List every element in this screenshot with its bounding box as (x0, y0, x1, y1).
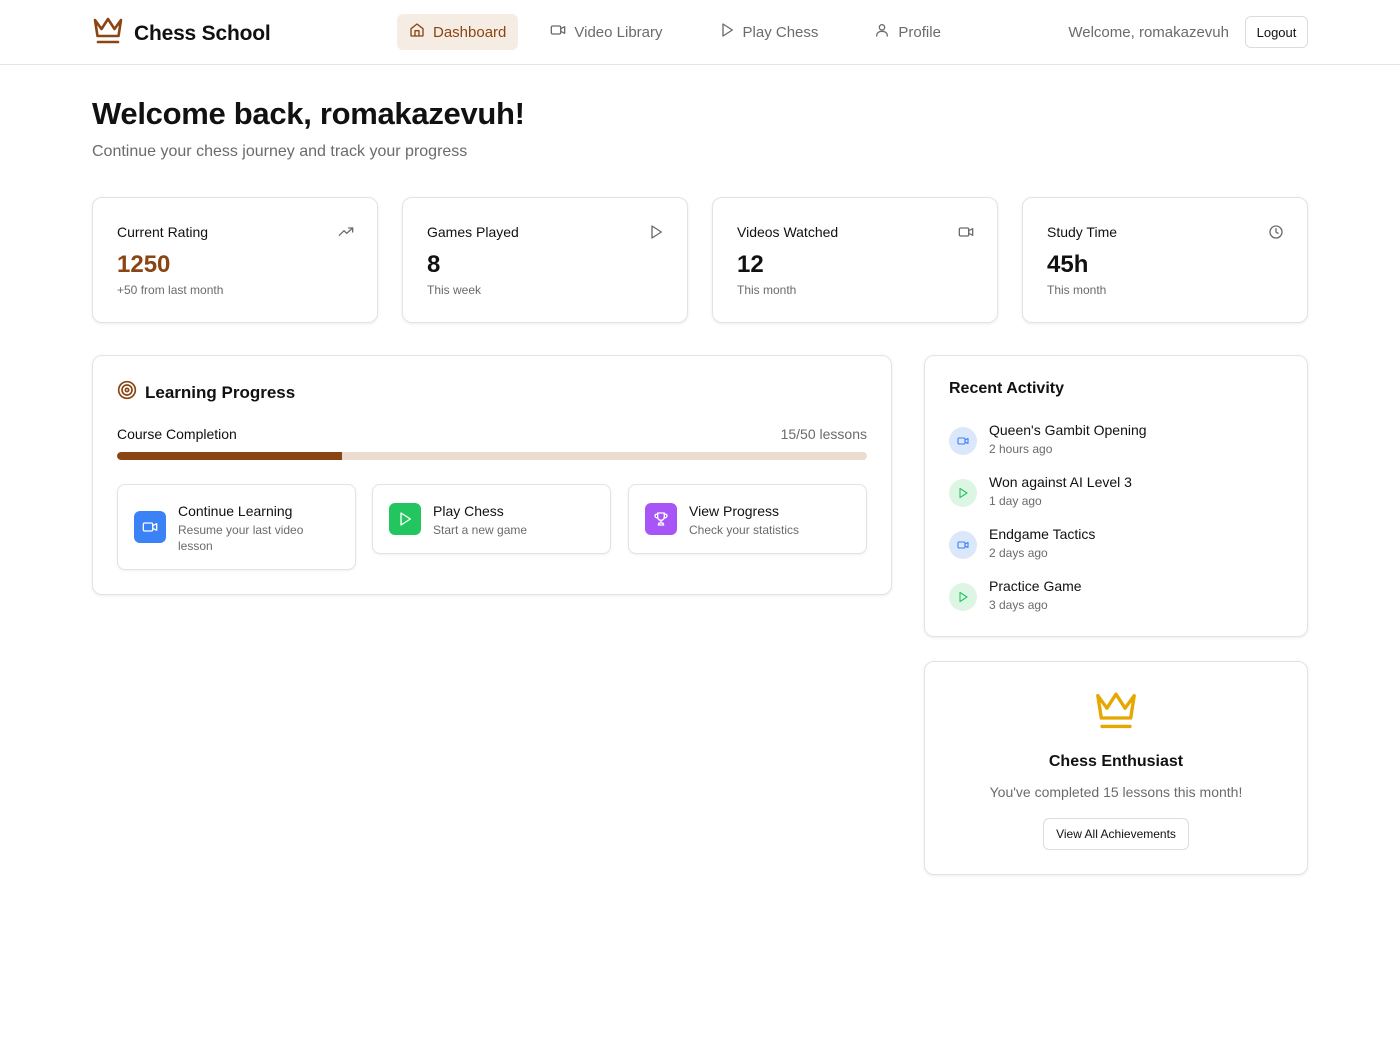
activity-name: Endgame Tactics (989, 526, 1096, 542)
activity-item[interactable]: Practice Game 3 days ago (949, 578, 1279, 618)
nav-profile-label: Profile (898, 23, 941, 41)
nav-dashboard[interactable]: Dashboard (397, 14, 519, 50)
action-subtitle: Start a new game (433, 523, 528, 537)
video-icon (949, 427, 977, 455)
user-icon (874, 22, 890, 42)
learning-progress-title: Learning Progress (145, 382, 296, 402)
stat-note: This week (427, 283, 482, 297)
crown-icon (1093, 690, 1139, 737)
recent-activity-title: Recent Activity (949, 380, 1064, 397)
activity-item[interactable]: Endgame Tactics 2 days ago (949, 526, 1279, 566)
activity-time: 2 days ago (989, 546, 1048, 560)
play-icon (648, 224, 664, 245)
activity-time: 3 days ago (989, 598, 1048, 612)
play-icon (949, 583, 977, 611)
course-completion-label: Course Completion (117, 426, 237, 442)
stat-label: Study Time (1047, 224, 1118, 240)
recent-activity-card: Recent Activity Queen's Gambit Opening 2… (924, 355, 1308, 637)
clock-icon (1268, 224, 1284, 245)
play-icon (389, 503, 421, 535)
stat-label: Videos Watched (737, 224, 839, 240)
stat-label: Games Played (427, 224, 519, 240)
nav-video-library[interactable]: Video Library (538, 14, 674, 50)
activity-name: Won against AI Level 3 (989, 474, 1132, 490)
stat-value: 12 (737, 251, 764, 278)
action-title: View Progress (689, 503, 780, 519)
nav-profile[interactable]: Profile (862, 14, 953, 50)
trending-up-icon (338, 224, 354, 245)
stat-value: 1250 (117, 251, 171, 278)
activity-time: 1 day ago (989, 494, 1042, 508)
page-title: Welcome back, romakazevuh! (92, 96, 525, 131)
play-icon (719, 22, 735, 42)
nav-video-library-label: Video Library (574, 23, 663, 41)
video-icon (550, 22, 566, 42)
activity-time: 2 hours ago (989, 442, 1053, 456)
stat-card-current-rating: Current Rating 1250 +50 from last month (92, 197, 378, 323)
action-subtitle: Check your statistics (689, 523, 800, 537)
main-nav: Dashboard Video Library Play Chess Profi… (397, 14, 953, 50)
stat-value: 45h (1047, 251, 1089, 278)
view-all-achievements-button[interactable]: View All Achievements (1043, 818, 1189, 850)
brand-title: Chess School (134, 21, 271, 45)
trophy-icon (645, 503, 677, 535)
view-progress-button[interactable]: View Progress Check your statistics (628, 484, 867, 554)
logout-button[interactable]: Logout (1245, 16, 1308, 48)
course-progress-fill (117, 452, 342, 460)
activity-item[interactable]: Won against AI Level 3 1 day ago (949, 474, 1279, 514)
achievement-card: Chess Enthusiast You've completed 15 les… (924, 661, 1308, 875)
stat-card-videos-watched: Videos Watched 12 This month (712, 197, 998, 323)
play-icon (949, 479, 977, 507)
activity-name: Practice Game (989, 578, 1082, 594)
achievement-subtitle: You've completed 15 lessons this month! (989, 784, 1243, 800)
learning-progress-header: Learning Progress (117, 380, 295, 405)
welcome-text: Welcome, romakazevuh (1068, 24, 1229, 41)
activity-item[interactable]: Queen's Gambit Opening 2 hours ago (949, 422, 1279, 462)
activity-name: Queen's Gambit Opening (989, 422, 1147, 438)
page-subtitle: Continue your chess journey and track yo… (92, 143, 468, 160)
stat-card-study-time: Study Time 45h This month (1022, 197, 1308, 323)
nav-play-chess-label: Play Chess (742, 23, 819, 41)
stat-card-games-played: Games Played 8 This week (402, 197, 688, 323)
course-completion-count: 15/50 lessons (780, 426, 867, 442)
stat-note: +50 from last month (117, 283, 224, 297)
action-subtitle: Resume your last video lesson (178, 523, 304, 553)
play-chess-button[interactable]: Play Chess Start a new game (372, 484, 611, 554)
home-icon (409, 22, 425, 42)
stat-value: 8 (427, 251, 441, 278)
video-icon (134, 511, 166, 543)
course-progress-bar (117, 452, 867, 460)
brand[interactable]: Chess School (92, 16, 271, 51)
video-icon (949, 531, 977, 559)
top-header: Chess School Dashboard Video Library Pla… (0, 0, 1400, 65)
action-title: Continue Learning (178, 503, 293, 519)
nav-play-chess[interactable]: Play Chess (707, 14, 831, 50)
target-icon (117, 380, 137, 405)
learning-progress-card: Learning Progress Course Completion 15/5… (92, 355, 892, 595)
nav-dashboard-label: Dashboard (433, 23, 507, 41)
stat-note: This month (1047, 283, 1107, 297)
action-title: Play Chess (433, 503, 504, 519)
achievement-title: Chess Enthusiast (1048, 753, 1184, 770)
continue-learning-button[interactable]: Continue Learning Resume your last video… (117, 484, 356, 570)
video-icon (958, 224, 974, 245)
crown-logo-icon (92, 16, 124, 51)
stat-label: Current Rating (117, 224, 209, 240)
stat-note: This month (737, 283, 797, 297)
